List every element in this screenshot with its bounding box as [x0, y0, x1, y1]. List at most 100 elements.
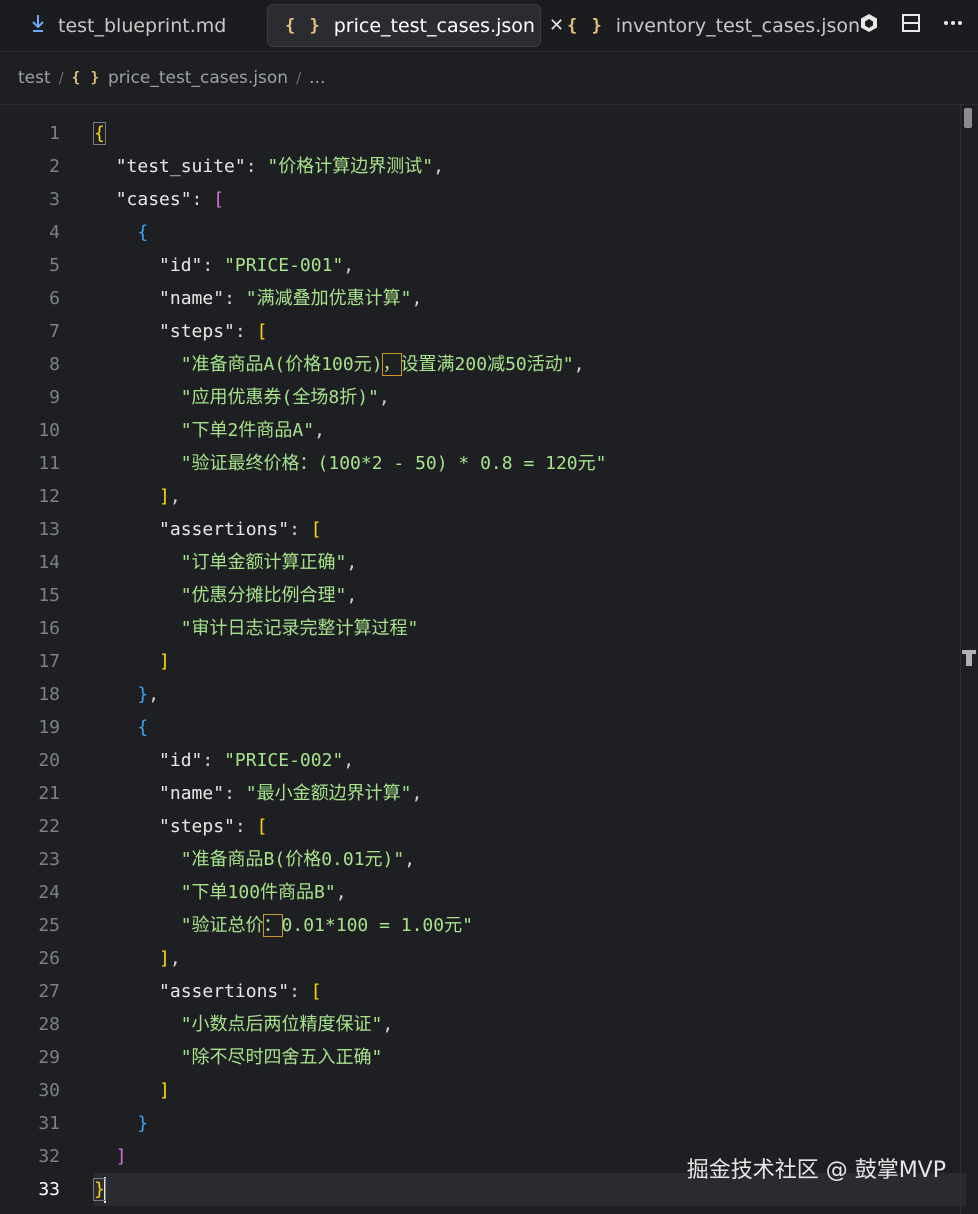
text-cursor: [103, 1177, 106, 1203]
json-key: "id": [159, 255, 203, 276]
tab-price-test-cases[interactable]: { } price_test_cases.json ✕: [267, 4, 564, 47]
markdown-download-icon: [30, 14, 46, 37]
line-number: 25: [38, 915, 60, 936]
json-string: "订单金额计算正确": [180, 552, 347, 573]
highlighted-char: ：: [262, 914, 283, 937]
code-line: "准备商品B(价格0.01元)",: [180, 849, 416, 870]
json-key: "name": [159, 288, 225, 309]
code-line: "验证总价：0.01*100 = 1.00元": [94, 909, 954, 942]
chevron-separator-icon: /: [58, 69, 64, 87]
json-string: "下单100件商品B": [180, 882, 336, 903]
json-string: 0.01*100 = 1.00元": [281, 915, 473, 936]
tab-label: inventory_test_cases.json: [615, 14, 861, 37]
extension-cube-icon[interactable]: [858, 12, 880, 34]
tab-inventory-test-cases[interactable]: { } inventory_test_cases.json: [567, 4, 860, 47]
highlighted-char: ，: [381, 353, 402, 376]
close-icon[interactable]: ✕: [549, 15, 564, 36]
code-line: "订单金额计算正确",: [180, 552, 358, 573]
line-number: 32: [38, 1146, 60, 1167]
line-number: 23: [38, 849, 60, 870]
json-string: "优惠分摊比例合理": [180, 585, 347, 606]
json-string: "验证总价: [180, 915, 264, 936]
code-line: "cases": [: [115, 189, 225, 210]
code-line: "应用优惠券(全场8折)",: [180, 387, 390, 408]
code-line: "下单100件商品B",: [180, 882, 347, 903]
breadcrumb: test / { } price_test_cases.json / ...: [18, 64, 325, 92]
json-string: "最小金额边界计算": [245, 783, 412, 804]
json-key: "id": [159, 750, 203, 771]
line-number: 31: [38, 1113, 60, 1134]
json-string: 设置满200减50活动": [400, 354, 574, 375]
code-line: "除不尽时四舍五入正确": [94, 1041, 954, 1074]
code-area[interactable]: { "test_suite": "价格计算边界测试", "cases": [ {…: [93, 117, 966, 1206]
line-number: 20: [38, 750, 60, 771]
code-editor[interactable]: 1 2 3 4 5 6 7 8 9 10 11 12 13 14 15 16 1…: [0, 104, 978, 1214]
code-line: "steps": [: [159, 321, 268, 342]
line-number: 22: [38, 816, 60, 837]
line-number: 30: [38, 1080, 60, 1101]
json-string: "下单2件商品A": [180, 420, 315, 441]
line-number: 4: [49, 222, 60, 243]
code-line: "审计日志记录完整计算过程": [94, 612, 954, 645]
line-number: 7: [49, 321, 60, 342]
line-number: 15: [38, 585, 60, 606]
line-number: 3: [49, 189, 60, 210]
line-number: 6: [49, 288, 60, 309]
json-braces-icon: { }: [71, 70, 101, 86]
code-line: "steps": [: [159, 816, 268, 837]
tab-label: test_blueprint.md: [58, 14, 227, 37]
code-line: ],: [159, 486, 181, 507]
json-string: "PRICE-001": [224, 255, 344, 276]
line-number: 26: [38, 948, 60, 969]
json-key: "steps": [159, 816, 235, 837]
tab-test-blueprint[interactable]: test_blueprint.md: [30, 4, 226, 47]
line-number: 17: [38, 651, 60, 672]
line-number: 10: [38, 420, 60, 441]
code-line: "name": "满减叠加优惠计算",: [159, 288, 423, 309]
code-line: ]: [159, 651, 170, 672]
line-number: 11: [38, 453, 60, 474]
code-line: "验证最终价格：(100*2 - 50) * 0.8 = 120元": [94, 447, 954, 480]
line-number: 13: [38, 519, 60, 540]
json-braces-icon: { }: [567, 15, 604, 36]
line-number: 5: [49, 255, 60, 276]
json-key: "name": [159, 783, 225, 804]
scrollbar-cursor-marker: [966, 654, 972, 666]
json-string: "准备商品A(价格100元): [180, 354, 383, 375]
chevron-separator-icon: /: [296, 69, 302, 87]
line-number: 12: [38, 486, 60, 507]
json-string: "满减叠加优惠计算": [245, 288, 412, 309]
open-brace-root: {: [93, 122, 106, 145]
code-line: {: [93, 117, 954, 150]
line-number-current: 33: [38, 1179, 60, 1200]
code-line: {: [137, 222, 149, 243]
code-line: "test_suite": "价格计算边界测试",: [115, 156, 444, 177]
code-line: "id": "PRICE-001",: [159, 255, 355, 276]
code-line: "优惠分摊比例合理",: [180, 585, 358, 606]
line-number: 24: [38, 882, 60, 903]
json-string: "除不尽时四舍五入正确": [180, 1047, 383, 1068]
editor-actions: [858, 12, 964, 34]
line-number: 9: [49, 387, 60, 408]
breadcrumb-folder[interactable]: test: [18, 68, 51, 88]
code-line: "小数点后两位精度保证",: [180, 1014, 394, 1035]
line-number-gutter: 1 2 3 4 5 6 7 8 9 10 11 12 13 14 15 16 1…: [0, 117, 60, 1206]
line-number: 19: [38, 717, 60, 738]
line-number: 8: [49, 354, 60, 375]
line-number: 14: [38, 552, 60, 573]
json-string: "验证最终价格：(100*2 - 50) * 0.8 = 120元": [180, 453, 607, 474]
tab-label: price_test_cases.json: [333, 14, 535, 37]
more-actions-icon[interactable]: [942, 12, 964, 34]
split-editor-icon[interactable]: [900, 12, 922, 34]
line-number: 28: [38, 1014, 60, 1035]
line-number: 29: [38, 1047, 60, 1068]
scrollbar-thumb[interactable]: [964, 108, 972, 128]
json-string: "准备商品B(价格0.01元)": [180, 849, 405, 870]
line-number: 18: [38, 684, 60, 705]
breadcrumb-more[interactable]: ...: [309, 68, 325, 88]
json-key: "assertions": [159, 519, 290, 540]
line-number: 2: [49, 156, 60, 177]
code-line: "id": "PRICE-002",: [159, 750, 355, 771]
breadcrumb-file[interactable]: price_test_cases.json: [108, 68, 288, 88]
json-key: "cases": [115, 189, 192, 210]
